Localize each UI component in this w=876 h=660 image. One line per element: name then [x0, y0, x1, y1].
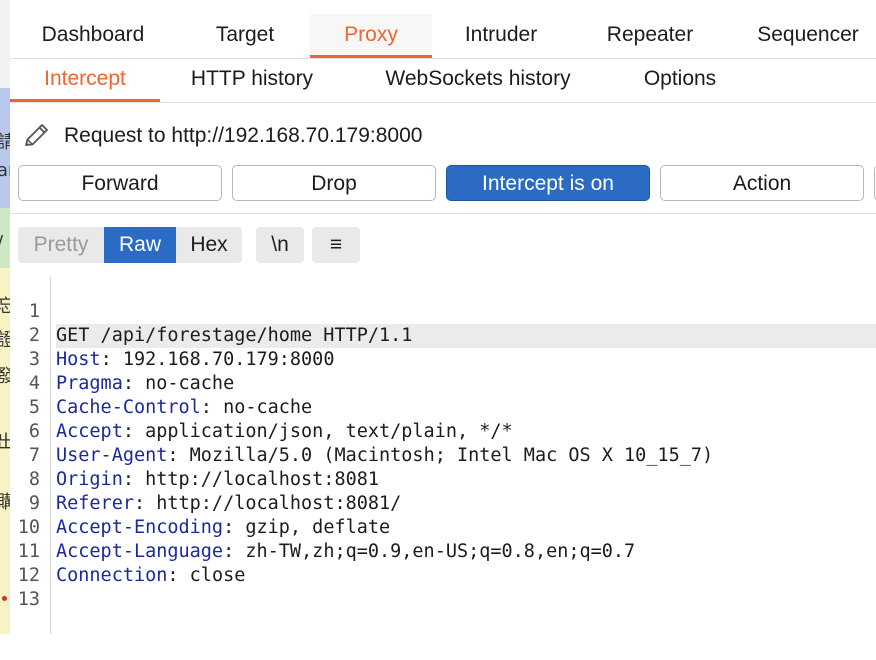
editor-line: 3 Pragma: no-cache	[10, 324, 876, 394]
hex-mode-button[interactable]: Hex	[176, 227, 242, 263]
editor-line: 4 Cache-Control: no-cache	[10, 348, 876, 418]
subtab-http-history[interactable]: HTTP history	[178, 58, 326, 100]
pretty-mode-button[interactable]: Pretty	[18, 227, 104, 263]
pencil-icon	[25, 124, 48, 146]
editor-line: 6 User-Agent: Mozilla/5.0 (Macintosh; In…	[10, 396, 876, 466]
intercept-toggle-button[interactable]: Intercept is on	[446, 165, 650, 201]
edge-glyph: 忘	[0, 296, 10, 317]
message-view-mode: Pretty Raw Hex	[18, 227, 242, 263]
drop-button[interactable]: Drop	[232, 165, 436, 201]
burp-window: Dashboard Target Proxy Intruder Repeater…	[10, 0, 876, 634]
request-header-row: Request to http://192.168.70.179:8000	[10, 116, 876, 156]
tab-target[interactable]: Target	[186, 14, 304, 56]
edge-glyph: 證	[0, 330, 10, 351]
tab-sequencer[interactable]: Sequencer	[740, 14, 876, 56]
edge-glyph: 發	[0, 366, 10, 387]
subtab-websockets-history[interactable]: WebSockets history	[372, 58, 584, 100]
tab-dashboard[interactable]: Dashboard	[20, 14, 166, 56]
tab-intruder[interactable]: Intruder	[442, 14, 560, 56]
editor-line: 10 Accept-Language: zh-TW,zh;q=0.9,en-US…	[10, 492, 876, 562]
request-editor[interactable]: 1 GET /api/forestage/home HTTP/1.1 2 Hos…	[10, 276, 876, 634]
status-dot	[2, 596, 7, 601]
editor-line: 9 Accept-Encoding: gzip, deflate	[10, 468, 876, 538]
edge-glyph: 購	[0, 492, 10, 513]
tool-tabs: Dashboard Target Proxy Intruder Repeater…	[10, 14, 876, 59]
edge-glyph: /	[0, 232, 3, 253]
editor-line: 13	[10, 564, 876, 610]
action-button[interactable]: Action	[660, 165, 864, 201]
editor-line: 11 Connection: close	[10, 516, 876, 586]
editor-line: 12	[10, 540, 876, 586]
tab-repeater[interactable]: Repeater	[584, 14, 716, 56]
editor-line: 5 Accept: application/json, text/plain, …	[10, 372, 876, 442]
menu-icon[interactable]: ≡	[312, 227, 360, 263]
edge-glyph: an	[0, 160, 10, 181]
request-destination: Request to http://192.168.70.179:8000	[64, 124, 423, 147]
editor-line: 8 Referer: http://localhost:8081/	[10, 444, 876, 514]
editor-line: 2 Host: 192.168.70.179:8000	[10, 300, 876, 370]
tab-proxy[interactable]: Proxy	[310, 14, 432, 58]
raw-mode-button[interactable]: Raw	[104, 227, 176, 263]
editor-line: 1 GET /api/forestage/home HTTP/1.1	[10, 276, 876, 348]
edge-glyph: 出	[0, 432, 10, 453]
forward-button[interactable]: Forward	[18, 165, 222, 201]
adjacent-window-edge: 請 an / 忘 證 發 出 購	[0, 0, 10, 634]
edge-glyph: 請	[0, 132, 10, 153]
line-number: 13	[17, 589, 40, 610]
subtab-intercept[interactable]: Intercept	[10, 58, 160, 102]
newline-toggle-button[interactable]: \n	[256, 227, 304, 263]
proxy-subtabs: Intercept HTTP history WebSockets histor…	[10, 58, 876, 103]
divider	[10, 213, 876, 214]
subtab-options[interactable]: Options	[630, 58, 730, 100]
editor-line: 7 Origin: http://localhost:8081	[10, 420, 876, 490]
